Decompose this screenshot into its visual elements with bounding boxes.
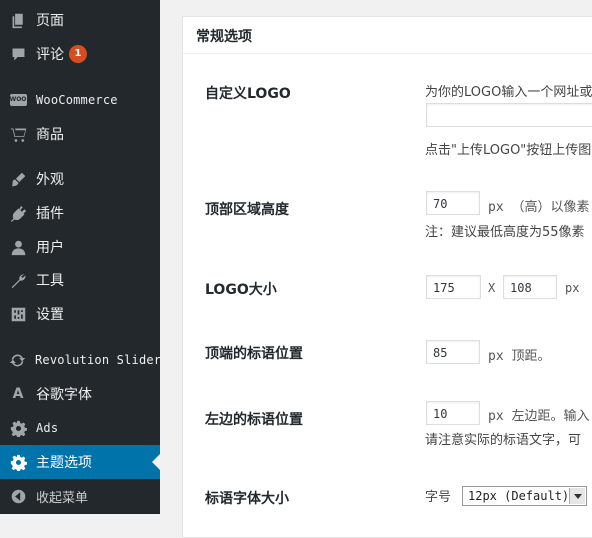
general-options-panel: 常规选项 自定义LOGO 为你的LOGO输入一个网址或 点击"上传LOGO"按钮… bbox=[182, 16, 592, 538]
user-icon bbox=[9, 238, 27, 256]
sidebar-item-label: 设置 bbox=[36, 307, 64, 323]
tagline-top-label: 顶端的标语位置 bbox=[205, 346, 303, 362]
tagline-left-unit: px 左边距。输入 bbox=[488, 409, 590, 424]
plugin-icon bbox=[9, 204, 27, 222]
sidebar-item-settings[interactable]: 设置 bbox=[0, 297, 160, 331]
refresh-icon bbox=[9, 351, 26, 369]
sidebar-item-label: 评论 bbox=[36, 47, 64, 63]
panel-title: 常规选项 bbox=[196, 29, 252, 45]
tagline-top-input[interactable]: 85 bbox=[426, 340, 480, 364]
collapse-icon bbox=[9, 487, 27, 505]
logo-option-label: 自定义LOGO bbox=[205, 86, 291, 102]
sidebar-item-revolution-slider[interactable]: Revolution Slider bbox=[0, 343, 162, 377]
logo-size-unit: px bbox=[565, 281, 580, 295]
header-height-unit: px （高）以像素 bbox=[488, 200, 590, 215]
comment-count-badge: 1 bbox=[69, 45, 87, 63]
panel-header: 常规选项 bbox=[183, 17, 592, 54]
tagline-left-label: 左边的标语位置 bbox=[205, 412, 303, 428]
sidebar-item-label: 插件 bbox=[36, 206, 64, 222]
sidebar-item-label: 商品 bbox=[36, 127, 64, 143]
sidebar-item-label: 谷歌字体 bbox=[36, 387, 92, 403]
logo-description: 为你的LOGO输入一个网址或 bbox=[425, 85, 592, 100]
sidebar-item-ads[interactable]: Ads bbox=[0, 411, 160, 445]
sidebar-item-users[interactable]: 用户 bbox=[0, 230, 160, 264]
brush-icon bbox=[9, 170, 27, 188]
header-height-input[interactable]: 70 bbox=[426, 191, 480, 215]
sidebar-item-label: 外观 bbox=[36, 172, 64, 188]
gear-icon bbox=[9, 419, 27, 437]
sidebar-item-google-fonts[interactable]: A 谷歌字体 bbox=[0, 377, 160, 411]
font-icon: A bbox=[12, 386, 24, 402]
sidebar-item-label: 主题选项 bbox=[36, 455, 92, 471]
settings-sliders-icon bbox=[9, 305, 27, 323]
admin-sidebar: 页面 评论 1 WOO WooCommerce 商品 外观 插件 用户 工具 设… bbox=[0, 0, 162, 514]
header-height-note: 注：建议最低高度为55像素 bbox=[425, 225, 585, 240]
sidebar-item-plugins[interactable]: 插件 bbox=[0, 196, 160, 230]
tagline-font-size-select[interactable]: 12px (Default) bbox=[462, 486, 587, 506]
sidebar-item-appearance[interactable]: 外观 bbox=[0, 162, 160, 196]
tagline-left-note: 请注意实际的标语文字，可 bbox=[425, 433, 582, 448]
wrench-icon bbox=[9, 271, 27, 289]
sidebar-item-theme-options[interactable]: 主题选项 bbox=[0, 445, 160, 479]
sidebar-item-label: 页面 bbox=[36, 13, 64, 29]
logo-height-input[interactable]: 108 bbox=[503, 275, 557, 299]
woocommerce-icon: WOO bbox=[9, 91, 27, 109]
logo-upload-hint: 点击"上传LOGO"按钮上传图 bbox=[425, 143, 592, 158]
sidebar-item-products[interactable]: 商品 bbox=[0, 117, 160, 151]
sidebar-item-label: 用户 bbox=[36, 240, 64, 256]
tagline-font-size-label: 标语字体大小 bbox=[205, 491, 289, 507]
sidebar-item-label: 收起菜单 bbox=[36, 490, 89, 506]
sidebar-item-comments[interactable]: 评论 1 bbox=[0, 37, 160, 71]
selected-font-size: 12px (Default) bbox=[468, 489, 570, 503]
cart-icon bbox=[9, 125, 27, 143]
logo-width-input[interactable]: 175 bbox=[426, 275, 481, 299]
comments-icon bbox=[9, 45, 27, 63]
dropdown-arrow-icon[interactable] bbox=[569, 488, 585, 504]
sidebar-item-woocommerce[interactable]: WOO WooCommerce bbox=[0, 83, 160, 117]
sidebar-item-label: Revolution Slider bbox=[35, 353, 162, 367]
sidebar-item-label: Ads bbox=[36, 421, 59, 435]
gear-icon bbox=[9, 453, 27, 471]
collapse-menu-button[interactable]: 收起菜单 bbox=[0, 479, 160, 513]
pages-icon bbox=[9, 11, 27, 29]
sidebar-item-label: 工具 bbox=[36, 273, 64, 289]
sidebar-item-tools[interactable]: 工具 bbox=[0, 263, 160, 297]
logo-size-separator: X bbox=[488, 281, 496, 295]
logo-url-input[interactable] bbox=[426, 103, 592, 127]
logo-size-label: LOGO大小 bbox=[205, 282, 277, 298]
tagline-left-input[interactable]: 10 bbox=[426, 401, 480, 425]
header-height-label: 顶部区域高度 bbox=[205, 202, 289, 218]
tagline-top-unit: px 顶距。 bbox=[488, 349, 551, 364]
font-size-prefix: 字号 bbox=[425, 490, 452, 505]
sidebar-item-label: WooCommerce bbox=[36, 93, 118, 107]
sidebar-item-pages[interactable]: 页面 bbox=[0, 3, 160, 37]
